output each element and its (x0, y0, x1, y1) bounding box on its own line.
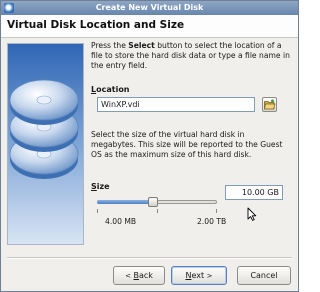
slider-handle[interactable] (148, 197, 158, 207)
disk-stack-image (7, 43, 84, 245)
intro-text: Press the Select button to select the lo… (91, 41, 291, 71)
wizard-window: Create New Virtual Disk Virtual Disk Loc… (0, 0, 299, 292)
hard-disk-platters-icon (9, 79, 79, 179)
virtualbox-disk-icon (4, 3, 14, 13)
size-label-rest: ize (96, 182, 110, 191)
wizard-header: Virtual Disk Location and Size (1, 15, 298, 38)
next-button[interactable]: Next > (171, 266, 227, 285)
window-title: Create New Virtual Disk (95, 3, 204, 12)
next-arrow-icon: > (206, 272, 213, 280)
back-button[interactable]: < Back (113, 266, 165, 285)
slider-tick (157, 209, 158, 213)
mouse-pointer-icon (247, 207, 257, 221)
back-arrow-icon: < (125, 272, 131, 280)
location-label-rest: ocation (96, 85, 130, 94)
size-value-input[interactable]: 10.00 GB (225, 185, 283, 200)
button-separator (7, 257, 292, 259)
slider-tick (216, 209, 217, 213)
location-label: Location (91, 85, 130, 94)
size-slider[interactable] (97, 197, 217, 213)
back-button-label: ack (138, 271, 153, 280)
next-button-label: ext (191, 271, 205, 280)
wizard-content: Press the Select button to select the lo… (91, 41, 291, 226)
size-description: Select the size of the virtual hard disk… (91, 130, 283, 159)
intro-text-bold: Select (128, 41, 155, 50)
size-label: Size (91, 182, 110, 191)
size-max-label: 2.00 TB (197, 217, 227, 226)
size-min-label: 4.00 MB (105, 217, 137, 226)
slider-tick (97, 209, 98, 213)
select-file-button[interactable] (262, 97, 277, 112)
slider-fill (97, 200, 153, 204)
cancel-button[interactable]: Cancel (237, 266, 291, 285)
page-title: Virtual Disk Location and Size (7, 19, 185, 31)
folder-open-icon (264, 99, 276, 110)
location-input[interactable]: WinXP.vdi (97, 97, 255, 112)
intro-text-part1: Press the (91, 41, 129, 50)
title-bar[interactable]: Create New Virtual Disk (1, 1, 298, 15)
